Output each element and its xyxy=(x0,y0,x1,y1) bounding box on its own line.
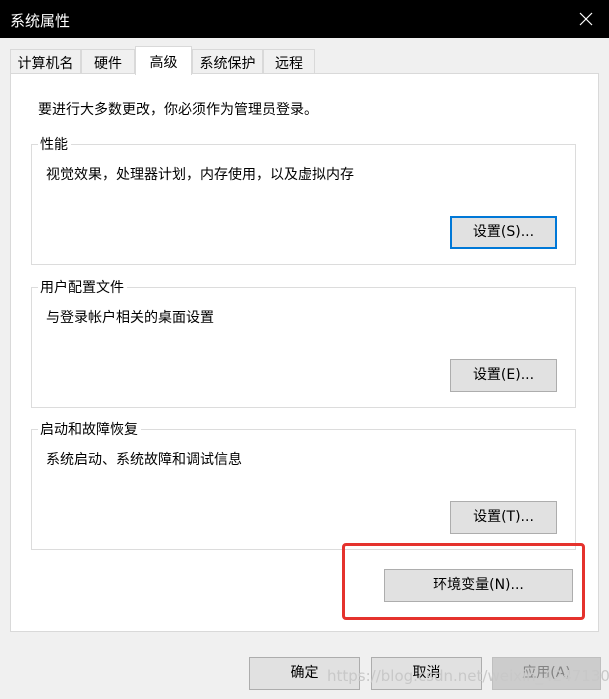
startup-recovery-settings-button[interactable]: 设置(T)... xyxy=(450,501,557,534)
tab-hardware[interactable]: 硬件 xyxy=(81,49,135,73)
highlight-box xyxy=(342,543,585,620)
user-profiles-description: 与登录帐户相关的桌面设置 xyxy=(46,310,214,326)
watermark: https://blog.csdn.net/weixin_42471304 xyxy=(327,667,609,685)
tab-advanced[interactable]: 高级 xyxy=(135,46,192,75)
window-title: 系统属性 xyxy=(10,12,71,30)
startup-recovery-title: 启动和故障恢复 xyxy=(38,419,141,439)
startup-recovery-description: 系统启动、系统故障和调试信息 xyxy=(46,452,242,468)
tab-remote[interactable]: 远程 xyxy=(263,49,315,73)
close-icon[interactable] xyxy=(563,0,609,38)
user-profiles-settings-button[interactable]: 设置(E)... xyxy=(450,359,557,392)
user-profiles-group: 用户配置文件 与登录帐户相关的桌面设置 设置(E)... xyxy=(31,277,576,408)
performance-settings-button[interactable]: 设置(S)... xyxy=(450,216,557,249)
performance-description: 视觉效果，处理器计划，内存使用，以及虚拟内存 xyxy=(46,167,354,183)
user-profiles-title: 用户配置文件 xyxy=(38,277,127,297)
title-bar: 系统属性 xyxy=(0,0,609,38)
tab-system-protection[interactable]: 系统保护 xyxy=(192,49,263,73)
tab-computer-name[interactable]: 计算机名 xyxy=(10,49,81,73)
performance-title: 性能 xyxy=(38,134,71,154)
performance-group: 性能 视觉效果，处理器计划，内存使用，以及虚拟内存 设置(S)... xyxy=(31,134,576,265)
startup-recovery-group: 启动和故障恢复 系统启动、系统故障和调试信息 设置(T)... xyxy=(31,419,576,550)
admin-note: 要进行大多数更改，你必须作为管理员登录。 xyxy=(38,102,318,118)
